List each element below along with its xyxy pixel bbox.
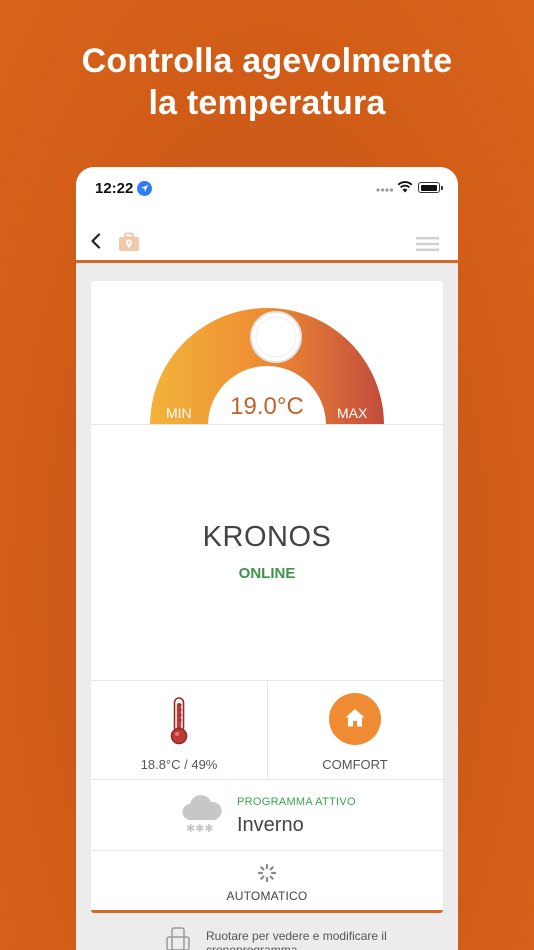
battery-icon <box>418 182 443 193</box>
navigation-bar <box>76 211 458 263</box>
headline-line-2: la temperatura <box>148 84 386 122</box>
status-bar: 12:22 <box>76 167 458 211</box>
device-name: KRONOS <box>202 521 332 553</box>
rotate-device-icon <box>166 927 190 950</box>
phone-screen: 12:22 MIN MAX 19.0°C KRONOS ONLINE 18.8°… <box>76 167 458 950</box>
location-arrow-icon <box>137 181 152 196</box>
gauge-min-label: MIN <box>166 405 192 421</box>
snow-cloud-icon: ✱✱✱ <box>182 795 222 834</box>
spinner-icon <box>257 863 277 883</box>
card-accent-line <box>91 910 443 913</box>
comfort-mode-button[interactable] <box>329 693 381 745</box>
svg-text:✱✱✱: ✱✱✱ <box>186 822 214 834</box>
program-value[interactable]: Inverno <box>237 814 304 837</box>
divider <box>91 424 443 425</box>
divider <box>91 850 443 851</box>
home-icon <box>345 709 365 727</box>
thermometer-icon <box>170 697 188 745</box>
wifi-icon <box>397 181 413 193</box>
thermostat-card: MIN MAX 19.0°C KRONOS ONLINE 18.8°C / 49… <box>91 281 443 913</box>
program-label: PROGRAMMA ATTIVO <box>237 796 356 808</box>
toolbox-location-icon[interactable] <box>118 232 140 252</box>
rotate-hint: Ruotare per vedere e modificare il crono… <box>206 929 387 950</box>
gauge-max-label: MAX <box>337 405 368 421</box>
divider <box>91 779 443 780</box>
mode-label: COMFORT <box>322 757 388 772</box>
room-reading: 18.8°C / 49% <box>140 757 218 772</box>
status-time: 12:22 <box>95 180 134 197</box>
signal-icon <box>376 188 394 192</box>
headline-line-1: Controlla agevolmente <box>81 42 453 80</box>
marketing-headline: Controlla agevolmente la temperatura <box>0 40 534 124</box>
hamburger-menu-icon[interactable] <box>416 237 439 251</box>
device-status: ONLINE <box>238 565 296 582</box>
setpoint-temperature: 19.0°C <box>230 393 304 420</box>
automatic-mode-label[interactable]: AUTOMATICO <box>91 889 443 903</box>
back-chevron-icon[interactable] <box>90 233 102 249</box>
